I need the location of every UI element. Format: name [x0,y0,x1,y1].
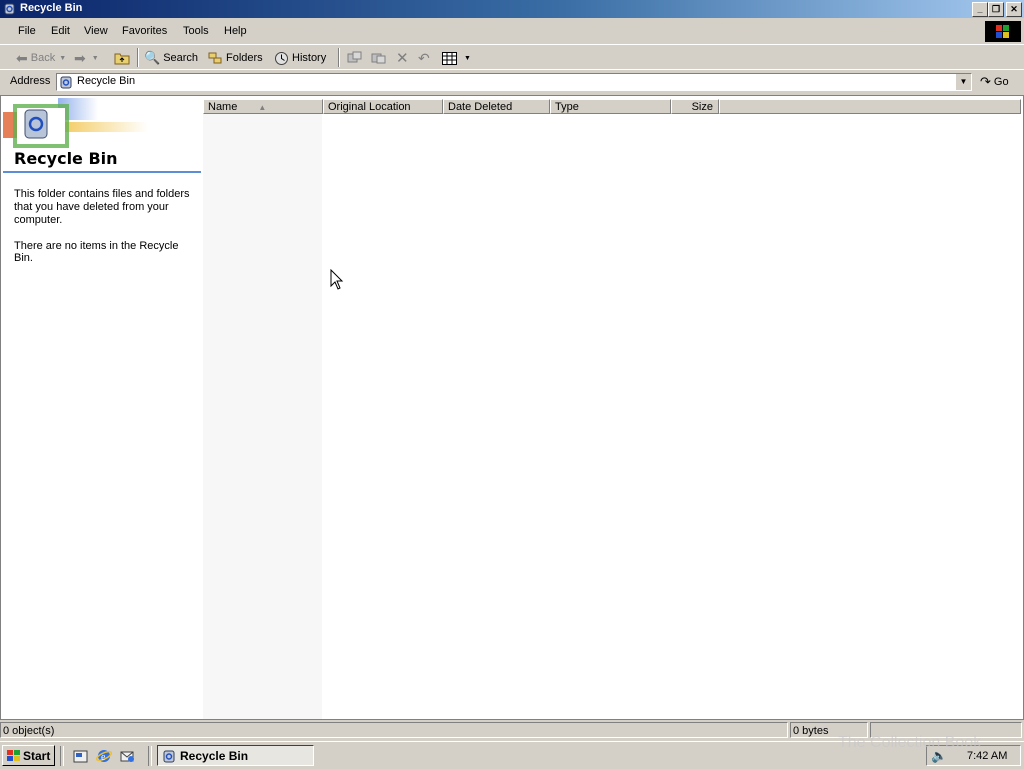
taskbar-item-recycle-bin[interactable]: Recycle Bin [157,745,314,766]
undo-icon: ↶ [418,49,430,66]
views-button[interactable]: ▼ [442,50,471,66]
up-folder-button[interactable] [114,50,130,66]
title-bar[interactable]: Recycle Bin _ ❐ ✕ [0,0,1024,18]
quicklaunch-outlook[interactable] [119,748,135,767]
menu-favorites[interactable]: Favorites [122,25,167,37]
recycle-bin-icon [163,750,175,763]
taskbar-separator [148,746,152,766]
address-label: Address [10,75,51,87]
quicklaunch-internet-explorer[interactable]: e [95,748,113,767]
delete-x-icon: ✕ [396,50,409,67]
menu-edit[interactable]: Edit [51,25,70,37]
file-list[interactable]: Name ▲ Original Location Date Deleted Ty… [203,96,1023,719]
column-header-original-location[interactable]: Original Location [323,99,443,114]
column-header-size[interactable]: Size [671,99,719,114]
forward-button[interactable]: ➡ ▼ [74,50,99,66]
taskbar-separator [60,746,64,766]
toolbar-separator [338,48,340,67]
address-value: Recycle Bin [77,75,136,87]
restore-button[interactable]: ❐ [988,2,1004,17]
column-header-empty [719,99,1021,114]
recycle-bin-icon [60,76,72,89]
show-desktop-icon [73,750,88,763]
views-grid-icon [442,51,457,65]
search-button[interactable]: 🔍 Search [144,50,198,66]
search-icon: 🔍 [144,50,161,65]
title-divider [3,171,201,173]
web-view-pane: Recycle Bin This folder contains files a… [1,96,203,719]
toolbar-separator [137,48,139,67]
address-dropdown-button[interactable]: ▼ [955,74,971,90]
up-folder-icon [114,53,130,65]
mouse-cursor-icon [330,269,344,290]
sort-ascending-icon: ▲ [258,103,267,112]
windows-logo-icon [985,21,1021,42]
go-button[interactable]: ↷ Go [980,74,1009,90]
menu-tools[interactable]: Tools [183,25,209,37]
menu-view[interactable]: View [84,25,108,37]
status-object-count: 0 object(s) [0,722,788,738]
chevron-down-icon: ▼ [91,54,99,62]
content-area: Recycle Bin This folder contains files a… [0,95,1024,720]
copy-to-button[interactable] [371,50,387,66]
chevron-down-icon: ▼ [464,54,471,62]
menu-bar: File Edit View Favorites Tools Help [0,20,1024,42]
go-arrow-icon: ↷ [980,74,991,89]
internet-explorer-icon: e [95,750,113,763]
close-button[interactable]: ✕ [1006,2,1022,17]
folders-button[interactable]: Folders [208,50,263,66]
svg-text:e: e [101,752,106,763]
quicklaunch-show-desktop[interactable] [73,748,89,767]
sorted-column-highlight [203,114,322,719]
undo-button[interactable]: ↶ [418,50,430,66]
copy-to-icon [371,53,386,64]
address-bar: Address Recycle Bin ▼ ↷ Go [0,69,1024,92]
pane-title: Recycle Bin [14,149,118,168]
window-title: Recycle Bin [20,2,83,14]
address-input[interactable]: Recycle Bin ▼ [56,73,972,91]
column-header-type[interactable]: Type [550,99,671,114]
move-to-button[interactable] [347,50,363,66]
history-button[interactable]: History [274,50,326,66]
column-header-name[interactable]: Name ▲ [203,99,323,114]
recycle-bin-icon [4,3,15,15]
move-to-icon [347,51,362,63]
history-icon [275,51,288,65]
watermark: The Collection Book [838,734,982,751]
outlook-express-icon [120,751,134,762]
back-button[interactable]: ⬅ Back ▼ [16,50,66,66]
back-arrow-icon: ⬅ [16,49,28,66]
chevron-down-icon: ▼ [59,54,67,62]
empty-message: There are no items in the Recycle Bin. [14,240,179,264]
pane-description: This folder contains files and folders t… [14,188,190,226]
windows-flag-icon [7,750,20,761]
delete-button[interactable]: ✕ [396,50,409,67]
standard-toolbar: ⬅ Back ▼ ➡ ▼ 🔍 Search Folders History ✕ … [0,44,1024,69]
folders-icon [208,52,222,64]
minimize-button[interactable]: _ [972,2,988,17]
start-button[interactable]: Start [2,745,55,766]
menu-help[interactable]: Help [224,25,247,37]
recycle-bin-banner-icon [3,98,148,148]
menu-file[interactable]: File [18,25,36,37]
forward-arrow-icon: ➡ [74,49,86,66]
column-header-date-deleted[interactable]: Date Deleted [443,99,550,114]
